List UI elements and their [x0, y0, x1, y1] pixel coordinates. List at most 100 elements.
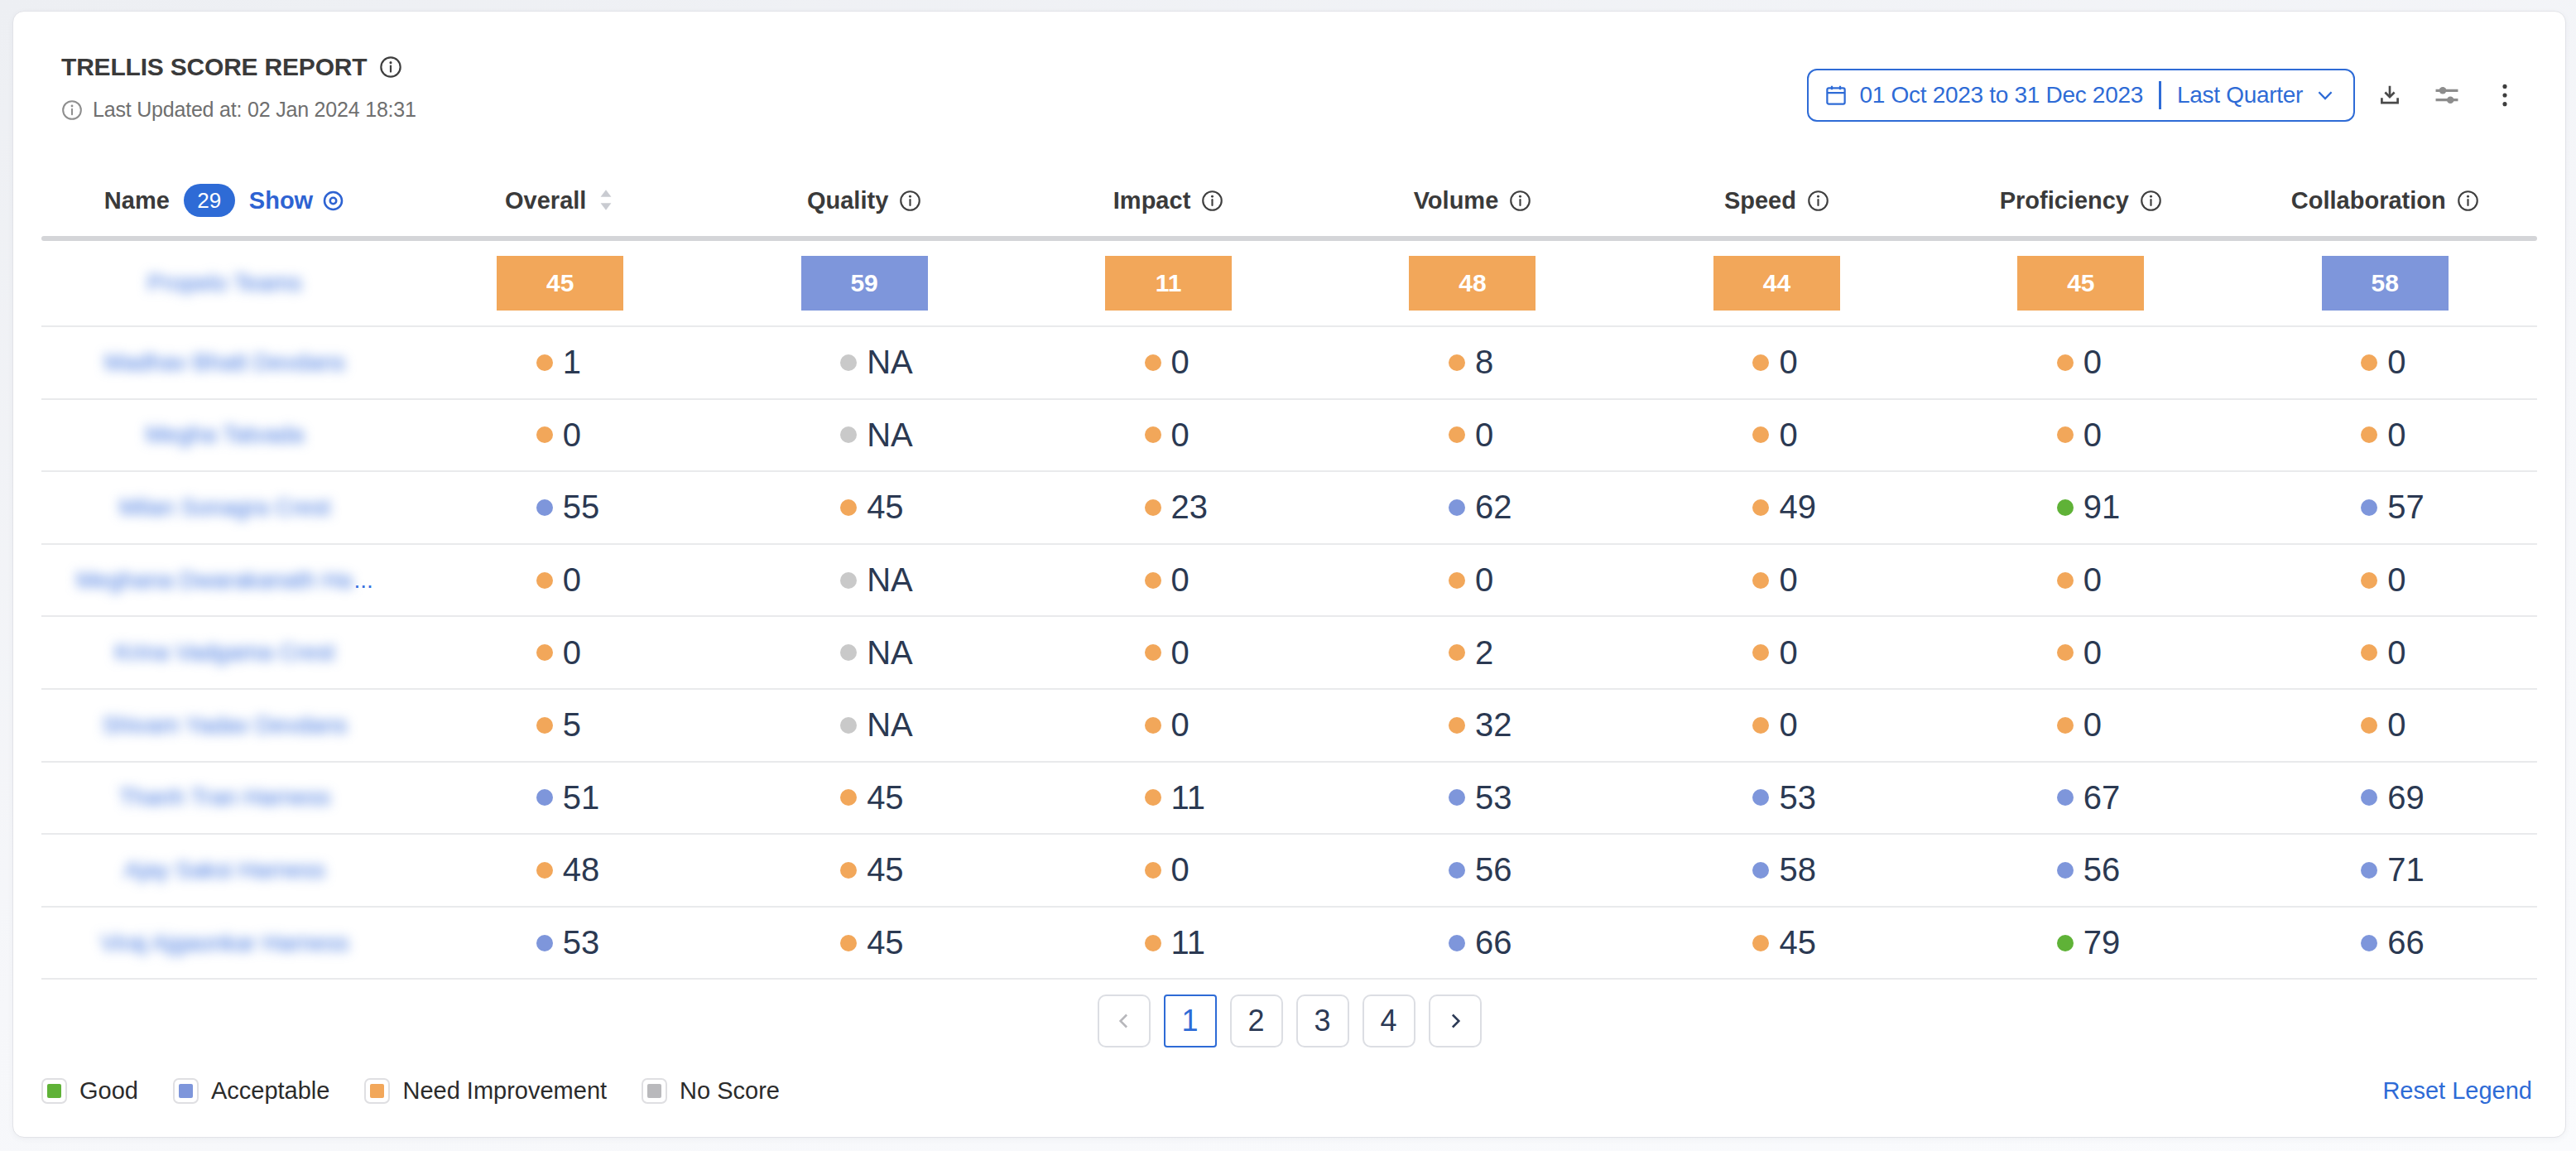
pagination-prev-button[interactable] [1098, 994, 1151, 1047]
score-badge[interactable]: 45 [2017, 256, 2144, 311]
score-badge[interactable]: 48 [1409, 256, 1536, 311]
column-label: Speed [1724, 187, 1796, 214]
score-cell: 45 [712, 924, 1016, 961]
show-names-toggle[interactable]: Show [249, 187, 345, 214]
score-cell: NA [712, 417, 1016, 454]
score-dot [536, 572, 553, 589]
column-label: Volume [1414, 187, 1499, 214]
member-name-link[interactable]: Thanh Tran Harness [119, 784, 330, 811]
score-cell: 32 [1320, 706, 1624, 744]
blurred-name: Shivam Yadav Devdans [102, 712, 347, 739]
column-header-overall[interactable]: Overall [408, 187, 712, 214]
member-name-link[interactable]: Viraj Ajgaonkar Harness [101, 930, 349, 956]
score-value: 45 [867, 779, 904, 816]
score-dot [2361, 426, 2377, 443]
pagination-page-4[interactable]: 4 [1362, 994, 1415, 1047]
sort-icon[interactable] [597, 188, 615, 213]
score-value: 0 [2083, 706, 2102, 744]
score-value: 0 [1475, 417, 1493, 454]
score-cell: 45 [1625, 924, 1929, 961]
legend-item-good[interactable]: Good [41, 1077, 138, 1105]
member-name-link[interactable]: Milan Sonagra Crest [119, 494, 330, 521]
reset-legend-link[interactable]: Reset Legend [2382, 1077, 2532, 1105]
score-badge[interactable]: 59 [801, 256, 928, 311]
info-icon[interactable] [1201, 190, 1223, 212]
score-cell: 66 [2233, 924, 2537, 961]
filter-settings-button[interactable] [2433, 81, 2461, 109]
score-table: Name 29 Show OverallQualityImpactVolumeS… [41, 165, 2537, 980]
info-icon[interactable] [899, 190, 921, 212]
score-value-group: 0 [2361, 344, 2409, 381]
score-value-group: 23 [1145, 489, 1193, 526]
score-cell: 91 [1929, 489, 2232, 526]
score-cell: 5 [408, 706, 712, 744]
score-badge[interactable]: 45 [497, 256, 623, 311]
name-cell: Milan Sonagra Crest [41, 494, 408, 521]
blurred-name: Propelo Teams [147, 270, 301, 296]
score-cell: 56 [1929, 851, 2232, 889]
pagination-page-2[interactable]: 2 [1230, 994, 1283, 1047]
member-name-link[interactable]: Megha Tatvada [146, 421, 304, 448]
score-value: 67 [2083, 779, 2121, 816]
member-name-link[interactable]: Shivam Yadav Devdans [102, 712, 347, 739]
info-icon[interactable] [1509, 190, 1531, 212]
score-value: 0 [563, 561, 581, 599]
score-dot [840, 572, 857, 589]
score-badge[interactable]: 11 [1105, 256, 1232, 311]
legend-label: Acceptable [211, 1077, 330, 1105]
score-cell: 0 [1625, 706, 1929, 744]
table-row: Milan Sonagra Crest55452362499157 [41, 472, 2537, 545]
last-updated-info-icon[interactable] [61, 99, 83, 121]
score-value-group: NA [840, 634, 888, 672]
score-value-group: 66 [1449, 924, 1497, 961]
info-icon[interactable] [2140, 190, 2162, 212]
legend-item-no_score[interactable]: No Score [642, 1077, 780, 1105]
table-row: Shivam Yadav Devdans5NA032000 [41, 690, 2537, 763]
score-value: NA [867, 706, 913, 744]
pagination-next-button[interactable] [1429, 994, 1482, 1047]
score-value: 79 [2083, 924, 2121, 961]
score-dot [2057, 935, 2074, 951]
legend-item-acceptable[interactable]: Acceptable [173, 1077, 330, 1105]
info-icon[interactable] [2457, 190, 2479, 212]
score-value: 11 [1171, 779, 1206, 816]
name-cell: Megha Tatvada [41, 421, 408, 448]
legend-item-need_improvement[interactable]: Need Improvement [364, 1077, 607, 1105]
date-range-picker[interactable]: 01 Oct 2023 to 31 Dec 2023 Last Quarter [1807, 69, 2355, 122]
score-dot [1145, 426, 1161, 443]
score-cell: NA [712, 706, 1016, 744]
member-name-link[interactable]: Ajay Saksi Harness [124, 857, 325, 884]
score-value: 0 [1779, 634, 1797, 672]
score-value-group: 53 [536, 924, 584, 961]
score-cell: 58 [1625, 851, 1929, 889]
score-cell: 53 [1320, 779, 1624, 816]
pagination-page-3[interactable]: 3 [1296, 994, 1349, 1047]
member-name-link[interactable]: Krina Vadgama Crest [115, 639, 335, 666]
score-value: 45 [867, 489, 904, 526]
legend-swatch [173, 1078, 199, 1104]
score-badge[interactable]: 58 [2322, 256, 2449, 311]
score-cell: 0 [1929, 706, 2232, 744]
score-value-group: 91 [2057, 489, 2105, 526]
pagination-page-1[interactable]: 1 [1164, 994, 1217, 1047]
score-value-group: 5 [536, 706, 584, 744]
member-name-link[interactable]: Propelo Teams [147, 270, 301, 296]
score-value: 48 [563, 851, 600, 889]
member-name-link[interactable]: Madhav Bhatt Devdans [104, 349, 345, 376]
page-title: TRELLIS SCORE REPORT [61, 53, 367, 81]
info-icon[interactable] [1807, 190, 1829, 212]
score-value-group: 56 [2057, 851, 2105, 889]
score-value-group: 0 [1752, 706, 1800, 744]
score-badge[interactable]: 44 [1713, 256, 1840, 311]
score-dot [2361, 789, 2377, 806]
score-cell: 79 [1929, 924, 2232, 961]
score-dot [840, 935, 857, 951]
download-button[interactable] [2377, 82, 2403, 108]
score-dot [840, 354, 857, 371]
score-cell: 69 [2233, 779, 2537, 816]
title-info-icon[interactable] [379, 55, 402, 79]
member-name-link[interactable]: Meghana Dwarakanath Ha... [76, 567, 372, 594]
score-value: 53 [563, 924, 600, 961]
more-options-button[interactable] [2491, 81, 2519, 109]
legend-label: No Score [680, 1077, 780, 1105]
